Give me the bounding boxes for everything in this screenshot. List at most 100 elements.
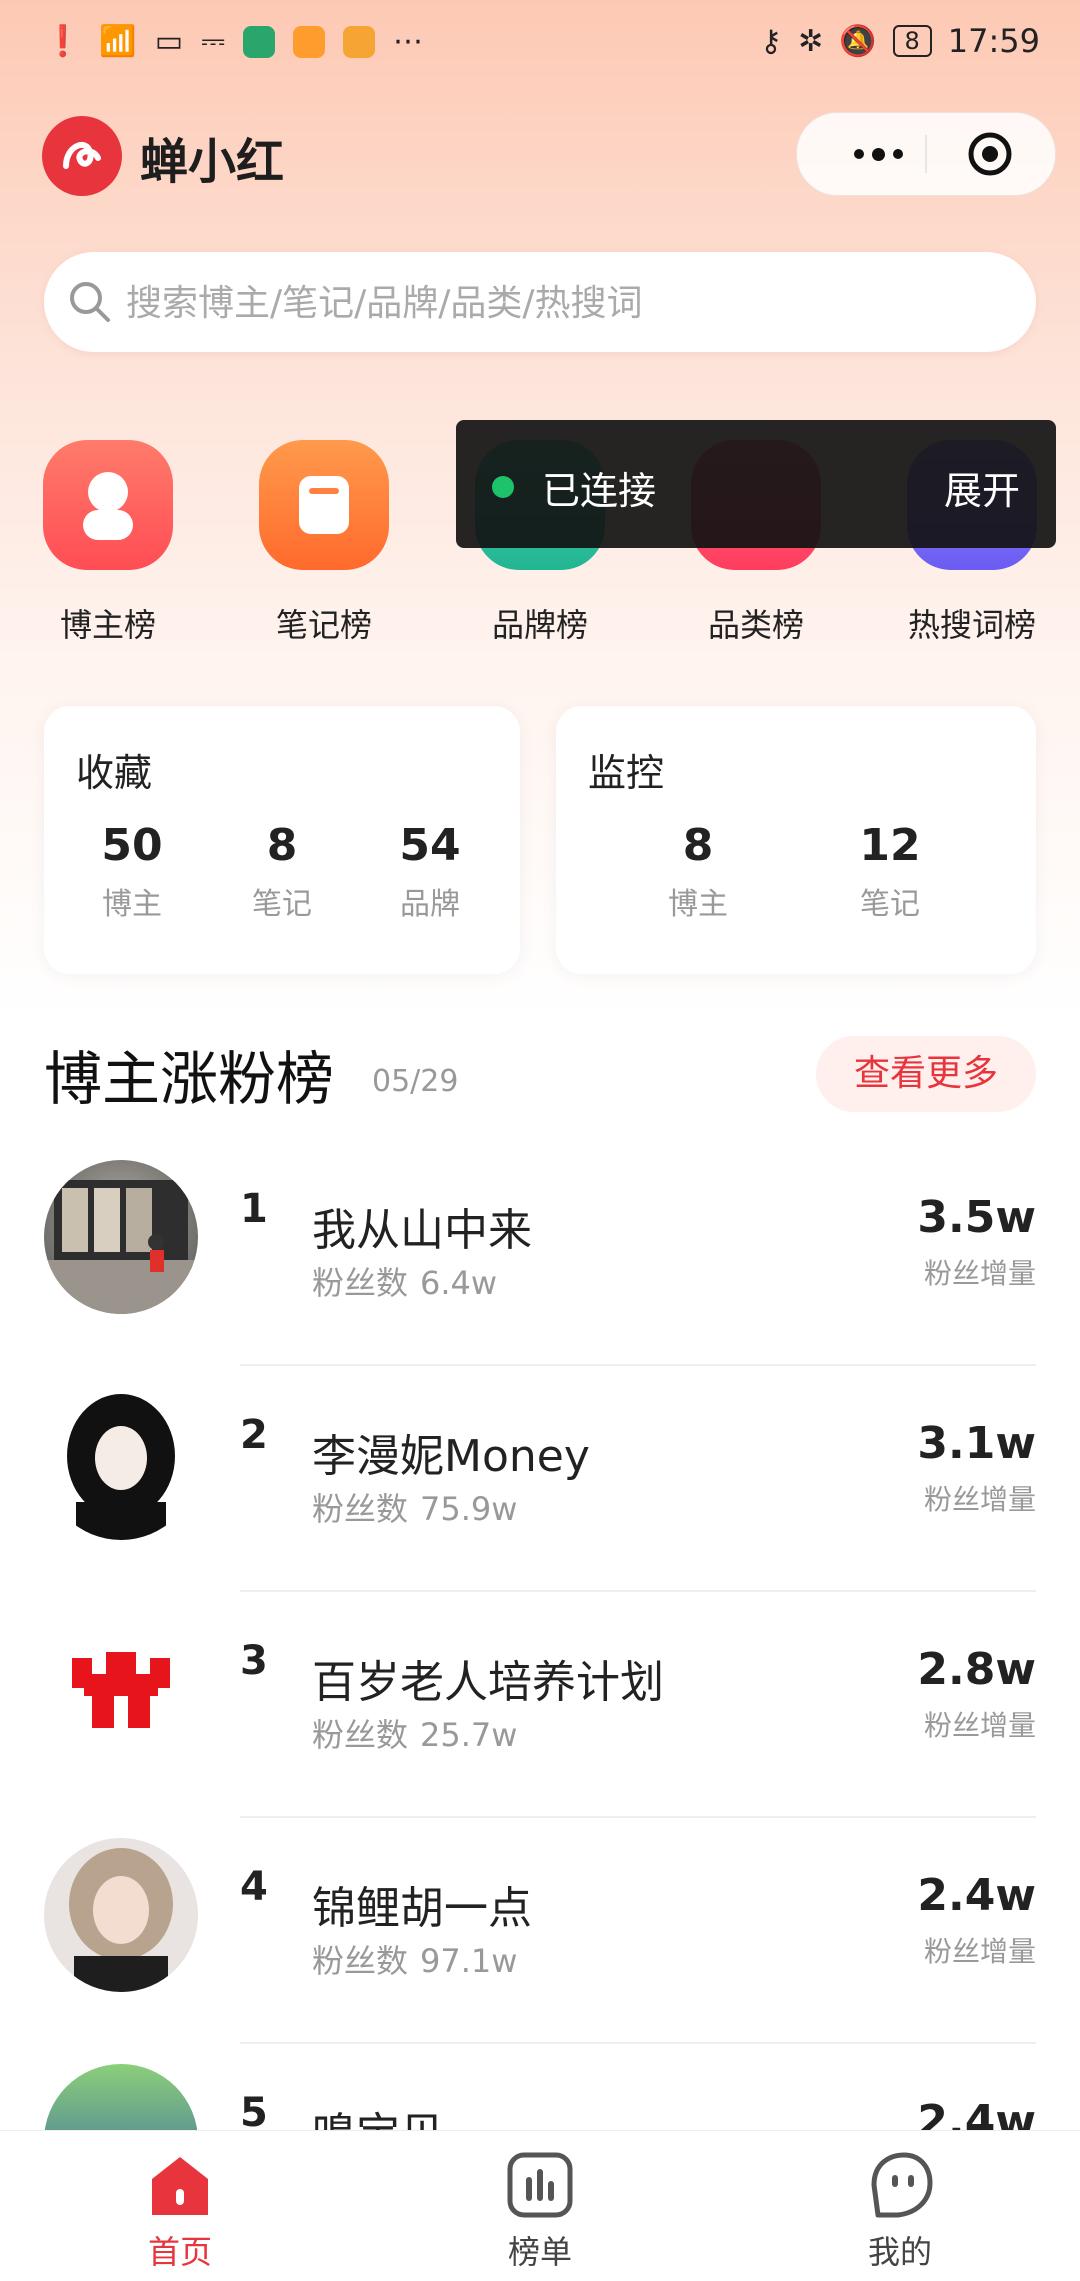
card-title: 收藏 xyxy=(76,751,153,795)
blogger-name: 百岁老人培养计划 xyxy=(312,1657,664,1708)
fans-gain-value: 2.4w xyxy=(917,1870,1036,1921)
usb-icon: ⎓ xyxy=(201,24,226,59)
app-notification-icon xyxy=(293,25,326,58)
section-title: 博主涨粉榜 xyxy=(44,1045,335,1113)
more-dot-icon xyxy=(892,149,903,159)
app-logo xyxy=(42,116,122,196)
fans-count: 粉丝数 6.4w xyxy=(312,1258,497,1304)
fans-count: 粉丝数 97.1w xyxy=(312,1936,517,1982)
blogger-name: 我从山中来 xyxy=(312,1205,532,1256)
avatar xyxy=(44,1838,198,1992)
miniprogram-capsule xyxy=(796,112,1056,196)
stat-item[interactable]: 8 博主 xyxy=(638,820,758,923)
status-bar: ❗ 📶 ▭ ⎓ ⋯ ⚷ ✲ 🔕 8 17:59 xyxy=(0,0,1080,92)
stat-label: 笔记 xyxy=(860,887,920,922)
tab-label: 首页 xyxy=(147,2233,212,2271)
mute-icon: 🔕 xyxy=(839,23,877,59)
category-label: 笔记榜 xyxy=(275,606,372,644)
category-label: 品牌榜 xyxy=(491,606,588,644)
more-notifications-icon: ⋯ xyxy=(393,24,424,59)
tab-home[interactable]: 首页 xyxy=(80,2149,280,2273)
alert-icon: ❗ xyxy=(44,24,82,59)
avatar xyxy=(44,1612,198,1766)
category-note-rank[interactable]: 笔记榜 xyxy=(224,440,424,646)
tab-profile[interactable]: 我的 xyxy=(800,2149,1000,2273)
fans-label: 粉丝数 xyxy=(312,1490,409,1528)
connection-toast: 已连接 展开 xyxy=(456,420,1056,548)
app-notification-icon xyxy=(243,25,276,58)
fans-gain-value: 3.1w xyxy=(917,1418,1036,1469)
avatar xyxy=(44,1160,198,1314)
fans-value: 25.7w xyxy=(420,1716,518,1754)
fans-gain-value: 2.4w xyxy=(917,2096,1036,2130)
rank-number: 3 xyxy=(240,1638,268,1684)
more-dot-icon xyxy=(853,149,864,159)
stat-label: 博主 xyxy=(102,887,162,922)
stat-label: 博主 xyxy=(668,887,728,922)
app-title: 蝉小红 xyxy=(140,134,285,190)
close-miniprogram-icon[interactable] xyxy=(967,131,1013,177)
fans-count: 粉丝数 25.7w xyxy=(312,1710,517,1756)
app-notification-icon xyxy=(343,25,376,58)
expand-button[interactable]: 展开 xyxy=(944,460,1020,515)
avatar xyxy=(44,2064,198,2130)
cicada-logo-icon xyxy=(63,142,101,169)
more-menu-button[interactable] xyxy=(833,131,923,177)
fans-gain-label: 粉丝增量 xyxy=(923,1709,1036,1742)
home-icon xyxy=(144,2149,216,2221)
battery-icon: 8 xyxy=(892,25,932,57)
blogger-name: 李漫妮Money xyxy=(312,1431,590,1482)
fans-gain-value: 3.5w xyxy=(917,1192,1036,1243)
tab-rankings[interactable]: 榜单 xyxy=(440,2149,640,2273)
view-more-button[interactable]: 查看更多 xyxy=(816,1036,1036,1112)
fans-label: 粉丝数 xyxy=(312,1264,409,1302)
wifi-icon: 📶 xyxy=(99,24,137,59)
stat-item[interactable]: 50 博主 xyxy=(72,820,192,923)
rank-number: 1 xyxy=(240,1186,268,1232)
favorites-card[interactable]: 收藏 50 博主 8 笔记 54 品牌 xyxy=(44,706,520,974)
search-bar[interactable] xyxy=(44,252,1036,352)
list-item[interactable]: 2 李漫妮Money 粉丝数 75.9w 3.1w 粉丝增量 xyxy=(0,1366,1080,1592)
tab-label: 我的 xyxy=(867,2233,932,2271)
toast-text: 已连接 xyxy=(542,469,657,513)
key-icon: ⚷ xyxy=(760,23,782,59)
fans-value: 75.9w xyxy=(420,1490,518,1528)
ranking-list: 1 我从山中来 粉丝数 6.4w 3.5w 粉丝增量 2 李漫妮Money 粉丝数… xyxy=(0,1140,1080,2130)
sim-card-icon: ▭ xyxy=(154,24,184,59)
blogger-name: 锦鲤胡一点 xyxy=(312,1883,532,1934)
fans-gain-value: 2.8w xyxy=(917,1644,1036,1695)
rank-number: 4 xyxy=(240,1864,268,1910)
stat-item[interactable]: 54 品牌 xyxy=(370,820,490,923)
list-item[interactable]: 4 锦鲤胡一点 粉丝数 97.1w 2.4w 粉丝增量 xyxy=(0,1818,1080,2044)
rank-number: 5 xyxy=(240,2090,268,2130)
fans-label: 粉丝数 xyxy=(312,1716,409,1754)
list-item[interactable]: 5 鳴宝贝 2.4w xyxy=(0,2044,1080,2130)
blogger-name: 鳴宝贝 xyxy=(312,2098,444,2130)
list-item[interactable]: 1 我从山中来 粉丝数 6.4w 3.5w 粉丝增量 xyxy=(0,1140,1080,1366)
category-blogger-rank[interactable]: 博主榜 xyxy=(8,440,208,646)
clock: 17:59 xyxy=(947,22,1040,60)
search-icon xyxy=(70,282,110,322)
list-item[interactable]: 3 百岁老人培养计划 粉丝数 25.7w 2.8w 粉丝增量 xyxy=(0,1592,1080,1818)
monitor-card[interactable]: 监控 8 博主 12 笔记 xyxy=(556,706,1036,974)
search-input[interactable] xyxy=(124,268,1008,338)
card-title: 监控 xyxy=(588,751,665,795)
bottom-tab-bar: 首页 榜单 我的 xyxy=(0,2130,1080,2281)
stat-label: 品牌 xyxy=(400,887,460,922)
stat-value: 50 xyxy=(101,820,163,871)
fans-gain-label: 粉丝增量 xyxy=(923,1483,1036,1516)
stat-label: 笔记 xyxy=(252,887,312,922)
stat-item[interactable]: 8 笔记 xyxy=(222,820,342,923)
stat-value: 54 xyxy=(399,820,461,871)
stat-value: 8 xyxy=(266,820,298,871)
category-label: 品类榜 xyxy=(707,606,804,644)
capsule-divider xyxy=(925,135,927,173)
tab-label: 榜单 xyxy=(507,2233,572,2271)
note-icon xyxy=(259,440,389,570)
connected-status-icon xyxy=(492,476,514,498)
fans-label: 粉丝数 xyxy=(312,1942,409,1980)
stat-value: 12 xyxy=(859,820,921,871)
profile-face-icon xyxy=(864,2149,936,2221)
fans-gain-label: 粉丝增量 xyxy=(923,1257,1036,1290)
stat-item[interactable]: 12 笔记 xyxy=(830,820,950,923)
